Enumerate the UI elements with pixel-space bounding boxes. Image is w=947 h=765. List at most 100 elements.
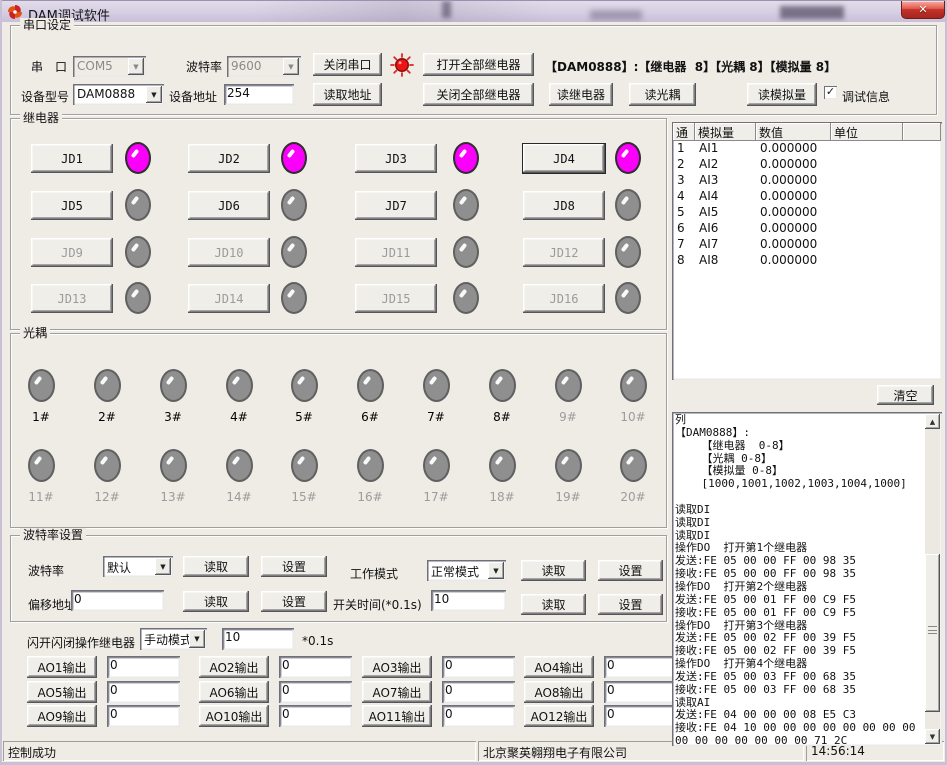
relay-button-jd15[interactable]: JD15: [355, 284, 437, 313]
ao-output-input-9[interactable]: 0: [107, 705, 180, 727]
relay-button-jd13[interactable]: JD13: [31, 284, 113, 313]
ao-output-input-1[interactable]: 0: [107, 656, 180, 678]
scrollbar-thumb[interactable]: [925, 554, 940, 712]
opto-led-18: [489, 449, 516, 482]
scroll-down-button[interactable]: ▼: [925, 729, 940, 744]
baud-set-button[interactable]: 设置: [261, 556, 327, 577]
open-all-relays-button[interactable]: 打开全部继电器: [423, 53, 534, 76]
offset-read-button[interactable]: 读取: [183, 591, 249, 612]
relay-button-jd3[interactable]: JD3: [355, 144, 437, 173]
relay-button-jd4[interactable]: JD4: [523, 144, 605, 173]
chevron-down-icon[interactable]: ▼: [488, 562, 504, 579]
relay-led-1: [125, 142, 151, 174]
switch-time-read-button[interactable]: 读取: [521, 594, 586, 615]
chevron-down-icon[interactable]: ▼: [189, 630, 205, 648]
work-mode-read-button[interactable]: 读取: [521, 560, 586, 581]
ao-output-input-7[interactable]: 0: [442, 681, 515, 703]
baud-read-button[interactable]: 读取: [183, 556, 249, 577]
close-button[interactable]: ✕: [901, 1, 945, 19]
ao-output-input-10[interactable]: 0: [279, 705, 352, 727]
ao-output-button-5[interactable]: AO5输出: [27, 681, 97, 703]
scroll-up-button[interactable]: ▲: [925, 414, 940, 429]
flash-time-input[interactable]: 10: [222, 628, 294, 650]
close-serial-button[interactable]: 关闭串口: [313, 53, 382, 76]
table-header-col-4[interactable]: 单位: [831, 123, 903, 141]
read-analog-button[interactable]: 读模拟量: [747, 83, 817, 106]
ao-output-button-12[interactable]: AO12输出: [524, 705, 594, 727]
chevron-down-icon[interactable]: ▼: [146, 86, 162, 103]
table-row[interactable]: 5AI50.000000: [674, 205, 940, 221]
ao-output-button-8[interactable]: AO8输出: [524, 681, 594, 703]
ao-output-button-9[interactable]: AO9输出: [27, 705, 97, 727]
offset-input[interactable]: 0: [71, 590, 164, 611]
debug-info-checkbox[interactable]: ✓: [824, 86, 837, 99]
address-input[interactable]: 254: [224, 84, 294, 105]
table-header-col-1[interactable]: 通: [673, 123, 695, 141]
relay-button-jd14[interactable]: JD14: [188, 284, 270, 313]
port-combo[interactable]: COM5 ▼: [73, 56, 146, 77]
ao-output-button-7[interactable]: AO7输出: [362, 681, 432, 703]
read-address-button[interactable]: 读取地址: [313, 83, 382, 106]
table-row[interactable]: 7AI70.000000: [674, 237, 940, 253]
close-all-relays-button[interactable]: 关闭全部继电器: [423, 83, 534, 106]
ao-output-input-4[interactable]: 0: [604, 656, 677, 678]
switch-time-input[interactable]: 10: [431, 590, 506, 611]
ao-output-button-3[interactable]: AO3输出: [362, 656, 432, 678]
table-header-col-3[interactable]: 数值: [756, 123, 831, 141]
relay-button-jd11[interactable]: JD11: [355, 238, 437, 267]
table-header-col-5[interactable]: [903, 123, 941, 141]
ao-output-input-8[interactable]: 0: [604, 681, 677, 703]
ao-output-button-1[interactable]: AO1输出: [27, 656, 97, 678]
ao-output-button-10[interactable]: AO10输出: [199, 705, 269, 727]
chevron-down-icon[interactable]: ▼: [283, 58, 299, 75]
flash-operate-label: 闪开闪闭操作继电器: [27, 634, 135, 651]
relay-button-jd5[interactable]: JD5: [31, 191, 113, 220]
led-glint: [131, 196, 140, 206]
switch-time-set-button[interactable]: 设置: [598, 594, 663, 615]
clear-log-button[interactable]: 清空: [877, 385, 934, 405]
offset-set-button[interactable]: 设置: [261, 591, 327, 612]
read-opto-button[interactable]: 读光耦: [629, 83, 696, 106]
relay-button-jd12[interactable]: JD12: [523, 238, 605, 267]
relay-button-jd6[interactable]: JD6: [188, 191, 270, 220]
table-header-col-2[interactable]: 模拟量: [695, 123, 756, 141]
model-combo[interactable]: DAM0888 ▼: [73, 84, 164, 105]
ao-output-input-2[interactable]: 0: [279, 656, 352, 678]
table-row[interactable]: 4AI40.000000: [674, 189, 940, 205]
ao-output-input-6[interactable]: 0: [279, 681, 352, 703]
titlebar: DAM调试软件 ✕: [2, 0, 945, 22]
flash-mode-combo[interactable]: 手动模式 ▼: [140, 628, 207, 650]
relay-button-jd9[interactable]: JD9: [31, 238, 113, 267]
table-row[interactable]: 3AI30.000000: [674, 173, 940, 189]
relay-button-jd7[interactable]: JD7: [355, 191, 437, 220]
relay-button-jd2[interactable]: JD2: [188, 144, 270, 173]
log-line: 【DAM0888】:: [675, 427, 925, 440]
table-row[interactable]: 6AI60.000000: [674, 221, 940, 237]
ao-output-input-11[interactable]: 0: [442, 705, 515, 727]
ao-output-input-3[interactable]: 0: [442, 656, 515, 678]
baud-combo[interactable]: 9600 ▼: [227, 56, 301, 77]
log-scrollbar[interactable]: ▲ ▼: [925, 414, 940, 744]
baud-default-value: 默认: [107, 559, 131, 576]
table-row[interactable]: 1AI10.000000: [674, 141, 940, 157]
chevron-down-icon[interactable]: ▼: [128, 58, 144, 75]
table-row[interactable]: 2AI20.000000: [674, 157, 940, 173]
table-row[interactable]: 8AI80.000000: [674, 253, 940, 269]
ao-output-input-12[interactable]: 0: [604, 705, 677, 727]
chevron-down-icon[interactable]: ▼: [155, 558, 171, 575]
relay-button-jd16[interactable]: JD16: [523, 284, 605, 313]
work-mode-combo[interactable]: 正常模式 ▼: [427, 560, 506, 581]
log-line: 发送:FE 05 00 03 FF 00 68 35: [675, 671, 925, 684]
log-lines[interactable]: 列【DAM0888】: 【继电器 0-8】 【光耦 0-8】 【模拟量 0-8】…: [675, 414, 925, 744]
read-relay-button[interactable]: 读继电器: [549, 83, 613, 106]
relay-button-jd10[interactable]: JD10: [188, 238, 270, 267]
ao-output-button-4[interactable]: AO4输出: [524, 656, 594, 678]
relay-button-jd8[interactable]: JD8: [523, 191, 605, 220]
work-mode-set-button[interactable]: 设置: [598, 560, 663, 581]
ao-output-input-5[interactable]: 0: [107, 681, 180, 703]
ao-output-button-6[interactable]: AO6输出: [199, 681, 269, 703]
baud-default-combo[interactable]: 默认 ▼: [103, 556, 173, 577]
ao-output-button-11[interactable]: AO11输出: [362, 705, 432, 727]
ao-output-button-2[interactable]: AO2输出: [199, 656, 269, 678]
relay-button-jd1[interactable]: JD1: [31, 144, 113, 173]
